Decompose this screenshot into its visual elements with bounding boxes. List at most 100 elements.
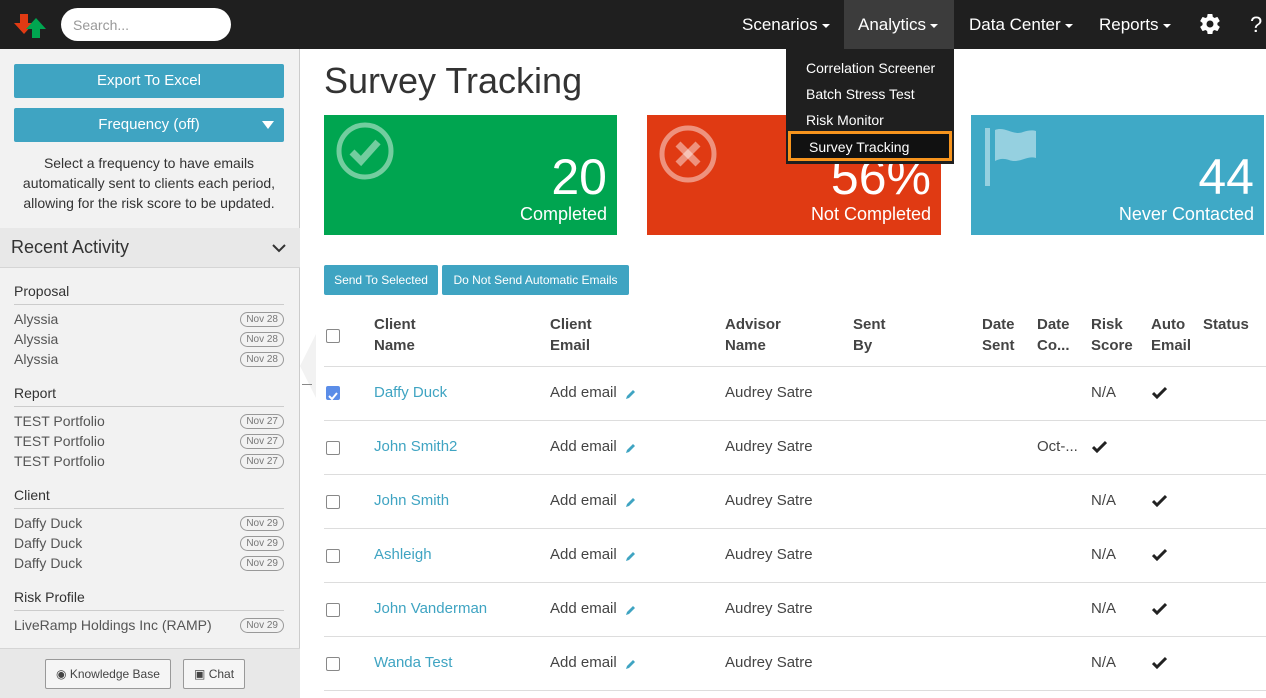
header-line: Client [374,316,416,333]
chat-label: Chat [208,667,235,681]
row-checkbox[interactable] [326,495,340,509]
add-email-link[interactable]: Add email [550,492,617,509]
activity-item[interactable]: TEST Portfolio Nov 27 [14,453,284,473]
advisor-name: Audrey Satre [725,492,813,509]
export-to-excel-button[interactable]: Export To Excel [14,64,284,98]
recent-activity-header[interactable]: Recent Activity [0,228,300,268]
header-line: Name [374,337,415,354]
nav-analytics-label: Analytics [858,15,927,34]
date-badge: Nov 28 [240,332,284,347]
menu-item-risk-monitor[interactable]: Risk Monitor [806,112,884,128]
activity-item[interactable]: TEST Portfolio Nov 27 [14,433,284,453]
activity-group-report: Report TEST Portfolio Nov 27 TEST Portfol… [14,385,284,473]
activity-item[interactable]: Alyssia Nov 28 [14,331,284,351]
row-checkbox[interactable] [326,441,340,455]
row-checkbox[interactable] [326,549,340,563]
pencil-icon[interactable] [625,658,637,670]
client-name-link[interactable]: Daffy Duck [374,384,447,401]
frequency-dropdown[interactable]: Frequency (off) [14,108,284,142]
advisor-name: Audrey Satre [725,438,813,455]
add-email-link[interactable]: Add email [550,546,617,563]
caret-down-icon [1162,23,1171,28]
gear-icon[interactable] [1198,12,1222,36]
activity-group-risk-profile: Risk Profile LiveRamp Holdings Inc (RAMP… [14,589,284,637]
column-header-client-email[interactable]: Client Email [550,314,592,356]
row-checkbox[interactable] [326,657,340,671]
menu-item-batch-stress-test[interactable]: Batch Stress Test [806,86,915,102]
client-name-link[interactable]: Ashleigh [374,546,432,563]
activity-item-name: Alyssia [14,311,59,327]
add-email-link[interactable]: Add email [550,600,617,617]
pencil-icon[interactable] [625,442,637,454]
checkmark-icon [1092,440,1107,453]
row-divider [324,528,1266,529]
activity-group-client: Client Daffy Duck Nov 29 Daffy Duck Nov 29… [14,487,284,575]
activity-item[interactable]: Daffy Duck Nov 29 [14,515,284,535]
completed-card[interactable]: 20 Completed [324,115,617,235]
client-name-link[interactable]: John Smith [374,492,449,509]
nav-analytics[interactable]: Analytics [844,0,954,49]
caret-down-icon [930,23,939,28]
activity-item[interactable]: TEST Portfolio Nov 27 [14,413,284,433]
activity-item[interactable]: LiveRamp Holdings Inc (RAMP) Nov 29 [14,617,284,637]
flag-icon [985,128,1036,186]
header-line: Email [1151,337,1192,354]
add-email-link[interactable]: Add email [550,384,617,401]
chevron-down-icon[interactable] [272,241,286,255]
recent-activity-title: Recent Activity [11,237,130,257]
column-header-status[interactable]: Status [1203,314,1249,335]
send-to-selected-button[interactable]: Send To Selected [324,265,438,295]
pencil-icon[interactable] [625,550,637,562]
row-checkbox-checked[interactable] [326,386,340,401]
activity-item-name: TEST Portfolio [14,453,105,469]
add-email-link[interactable]: Add email [550,438,617,455]
nav-data-center[interactable]: Data Center [955,0,1087,49]
analytics-dropdown: Correlation Screener Batch Stress Test R… [786,49,954,164]
risk-score: N/A [1091,546,1117,563]
client-name-link[interactable]: Wanda Test [374,654,452,671]
menu-item-correlation-screener[interactable]: Correlation Screener [806,60,935,76]
activity-item[interactable]: Daffy Duck Nov 29 [14,555,284,575]
collapse-handle-icon[interactable] [302,384,312,385]
never-contacted-card[interactable]: 44 Never Contacted [971,115,1264,235]
column-header-auto-email[interactable]: Auto Email [1151,314,1191,356]
activity-group-proposal: Proposal Alyssia Nov 28 Alyssia Nov 28 Aly… [14,283,284,371]
menu-item-survey-tracking[interactable]: Survey Tracking [788,131,952,161]
client-name-link[interactable]: John Smith2 [374,438,457,455]
select-all-checkbox[interactable] [326,329,340,343]
add-email-link[interactable]: Add email [550,654,617,671]
client-name-link[interactable]: John Vanderman [374,600,487,617]
do-not-send-automatic-emails-button[interactable]: Do Not Send Automatic Emails [442,265,629,295]
pencil-icon[interactable] [625,388,637,400]
column-header-risk-score[interactable]: Risk Score [1091,314,1133,356]
column-header-date-sent[interactable]: Date Sent [982,314,1015,356]
activity-item[interactable]: Alyssia Nov 28 [14,351,284,371]
column-header-client-name[interactable]: Client Name [374,314,416,356]
activity-item[interactable]: Daffy Duck Nov 29 [14,535,284,555]
pencil-icon[interactable] [625,604,637,616]
column-header-advisor-name[interactable]: Advisor Name [725,314,781,356]
pencil-icon[interactable] [625,496,637,508]
row-divider [324,582,1266,583]
frequency-help-text: Select a frequency to have emails automa… [22,155,276,211]
logo-icon[interactable] [14,10,48,40]
nav-scenarios[interactable]: Scenarios [728,0,844,49]
chat-button[interactable]: ▣ Chat [183,659,246,689]
column-header-sent-by[interactable]: Sent By [853,314,886,356]
row-checkbox[interactable] [326,603,340,617]
activity-group-title: Report [14,385,284,407]
activity-item[interactable]: Alyssia Nov 28 [14,311,284,331]
sidebar: Export To Excel Frequency (off) Select a… [0,49,300,698]
top-navbar: Scenarios Analytics Data Center Reports … [0,0,1266,49]
knowledge-base-button[interactable]: ◉ Knowledge Base [45,659,171,689]
header-line: Co... [1037,337,1070,354]
date-badge: Nov 29 [240,536,284,551]
search-input[interactable] [61,8,231,41]
date-completed: Oct-... [1037,438,1078,455]
sidebar-toggle-tab[interactable] [300,334,316,398]
help-button[interactable]: ? [1250,0,1262,49]
row-divider [324,420,1266,421]
column-header-date-completed[interactable]: Date Co... [1037,314,1070,356]
nav-reports[interactable]: Reports [1085,0,1185,49]
risk-score: N/A [1091,654,1117,671]
